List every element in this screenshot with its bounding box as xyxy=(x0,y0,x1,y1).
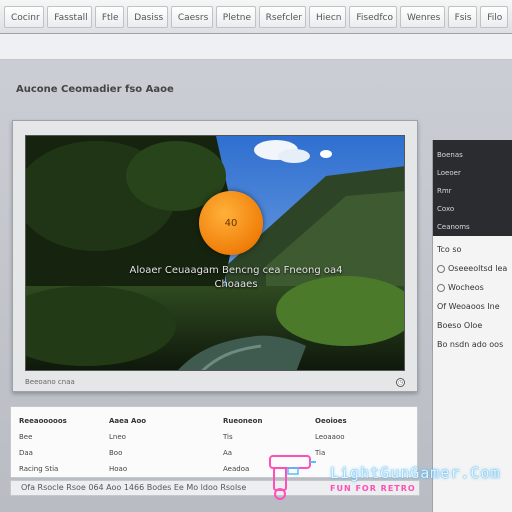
side-menu-item[interactable]: Boenas xyxy=(437,146,509,164)
watermark-tagline: FUN FOR RETRO xyxy=(330,484,416,493)
video-screen[interactable]: 40 Aloaer Ceuaagam Bencng cea Fneong oa4… xyxy=(25,135,405,371)
side-option[interactable]: Boeso Oloe xyxy=(437,316,512,335)
table-cell: Boo xyxy=(109,449,123,457)
jungle-scene-image xyxy=(26,136,404,370)
menu-tab-9[interactable]: Fisedfco xyxy=(349,5,397,28)
video-caption: Aloaer Ceuaagam Bencng cea Fneong oa4 Ch… xyxy=(86,264,386,292)
menu-tab-1[interactable]: Cocinr xyxy=(4,5,45,28)
watermark: LightGunGamer.Com FUN FOR RETRO xyxy=(262,448,512,508)
menu-tab-6[interactable]: Pletne xyxy=(215,5,256,28)
side-menu-item[interactable]: Loeoer xyxy=(437,164,509,182)
video-footer-label: Beeoano cnaa xyxy=(25,378,75,386)
side-option[interactable]: Bo nsdn ado oos xyxy=(437,335,512,354)
table-cell: Hoao xyxy=(109,465,128,473)
menu-tab-7[interactable]: Rsefcler xyxy=(258,5,307,28)
play-label: 40 xyxy=(224,217,238,229)
side-options-list: Tco so Oseeeoltsd lea Wocheos Of Weoaoos… xyxy=(437,240,512,354)
app-window: Cocinr Fasstall Ftle Dasiss Caesrs Pletn… xyxy=(0,0,512,512)
table-cell: Daa xyxy=(19,449,33,457)
watermark-brand: LightGunGamer.Com xyxy=(330,464,501,482)
table-cell: Tis xyxy=(223,433,233,441)
table-cell: Aa xyxy=(223,449,233,457)
menu-tab-11[interactable]: Fsis xyxy=(447,5,478,28)
side-option[interactable]: Tco so xyxy=(437,240,512,259)
menu-tab-3[interactable]: Ftle xyxy=(94,5,125,28)
video-caption-line2: Choaaes xyxy=(214,279,258,290)
menu-tab-8[interactable]: Hiecn xyxy=(309,5,347,28)
menu-tab-10[interactable]: Wenres xyxy=(399,5,445,28)
video-caption-line1: Aloaer Ceuaagam Bencng cea Fneong oa4 xyxy=(129,265,343,276)
menu-tab-5[interactable]: Caesrs xyxy=(170,5,213,28)
video-player: 40 Aloaer Ceuaagam Bencng cea Fneong oa4… xyxy=(12,120,418,392)
side-menu-item[interactable]: Coxo xyxy=(437,200,509,218)
column-header: Reeaooooos xyxy=(19,417,67,425)
column-header: Rueoneon xyxy=(223,417,263,425)
side-panel-menu: Boenas Loeoer Rmr Coxo Ceanoms xyxy=(433,140,512,236)
side-option-radio[interactable]: Wocheos xyxy=(437,278,512,297)
menu-tab-2[interactable]: Fasstall xyxy=(47,5,92,28)
side-menu-item[interactable]: Ceanoms xyxy=(437,218,509,236)
info-column: Rueoneon Tis Aa Aeadoa xyxy=(223,413,262,477)
table-cell: Racing Stia xyxy=(19,465,59,473)
menu-tab-12[interactable]: Filo xyxy=(480,5,509,28)
light-gun-icon xyxy=(269,455,316,500)
table-cell: Lneo xyxy=(109,433,126,441)
page-title: Aucone Ceomadier fso Aaoe xyxy=(16,84,174,95)
column-header: Oeoioes xyxy=(315,417,347,425)
table-cell: Bee xyxy=(19,433,33,441)
info-column: Reeaooooos Bee Daa Racing Stia xyxy=(19,413,67,477)
video-footer: Beeoano cnaa ◷ xyxy=(25,375,405,389)
clock-icon[interactable]: ◷ xyxy=(396,377,405,387)
info-column: Aaea Aoo Lneo Boo Hoao xyxy=(109,413,146,477)
table-cell: Aeadoa xyxy=(223,465,250,473)
table-cell: Leoaaoo xyxy=(315,433,345,441)
column-header: Aaea Aoo xyxy=(109,417,147,425)
side-option[interactable]: Of Weoaoos Ine xyxy=(437,297,512,316)
menu-bar: Cocinr Fasstall Ftle Dasiss Caesrs Pletn… xyxy=(0,0,512,34)
menu-tab-4[interactable]: Dasiss xyxy=(127,5,168,28)
side-option-radio[interactable]: Oseeeoltsd lea xyxy=(437,259,512,278)
side-menu-item[interactable]: Rmr xyxy=(437,182,509,200)
toolbar-row xyxy=(0,34,512,60)
play-button[interactable]: 40 xyxy=(199,191,263,255)
